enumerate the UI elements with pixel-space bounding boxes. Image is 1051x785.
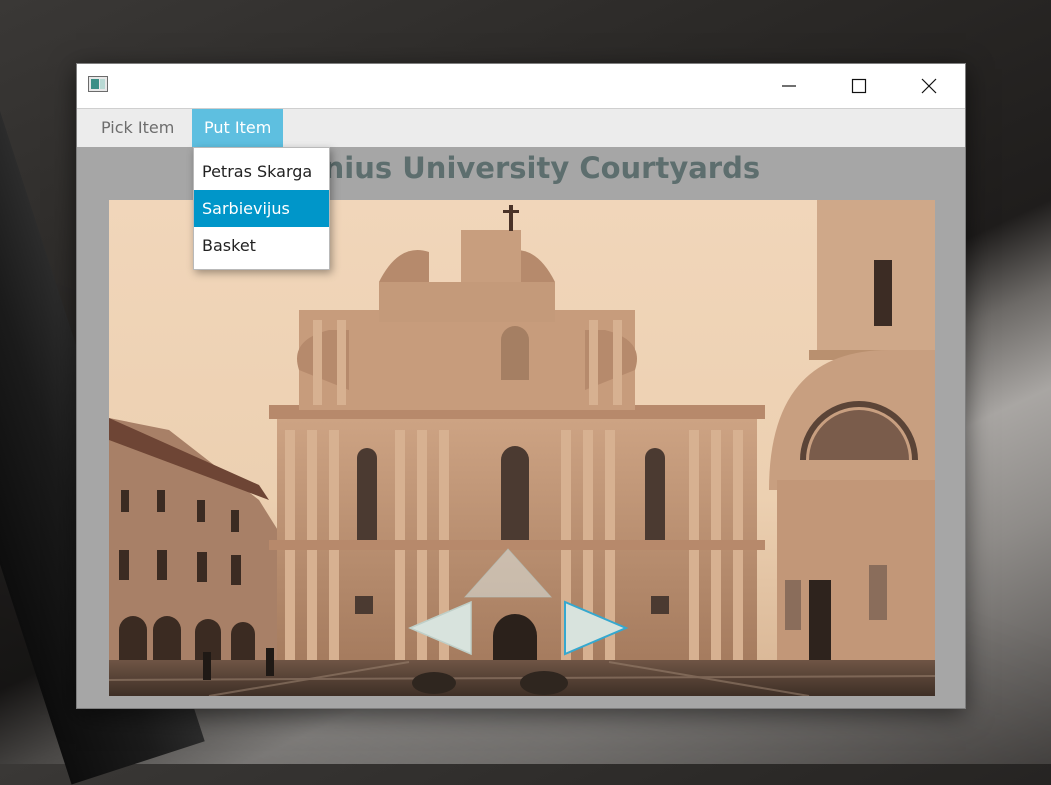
dropdown-item-basket[interactable]: Basket bbox=[194, 227, 329, 264]
put-item-dropdown: Petras Skarga Sarbievijus Basket bbox=[193, 147, 330, 270]
arrow-right-icon bbox=[564, 600, 629, 656]
close-icon bbox=[921, 78, 937, 94]
app-icon bbox=[88, 76, 108, 92]
arrow-right-button[interactable] bbox=[561, 599, 629, 657]
menu-pick-item[interactable]: Pick Item bbox=[89, 109, 186, 147]
dropdown-item-sarbievijus[interactable]: Sarbievijus bbox=[194, 190, 329, 227]
minimize-button[interactable] bbox=[754, 64, 824, 108]
title-bar bbox=[77, 64, 965, 108]
maximize-button[interactable] bbox=[824, 64, 894, 108]
arrow-up-icon bbox=[463, 548, 553, 598]
arrow-up-button[interactable] bbox=[463, 547, 553, 599]
menu-put-item[interactable]: Put Item bbox=[192, 109, 284, 147]
arrow-left-icon bbox=[408, 600, 472, 656]
close-button[interactable] bbox=[894, 64, 964, 108]
arrow-left-button[interactable] bbox=[407, 599, 475, 657]
menu-bar: Pick Item Put Item bbox=[77, 108, 965, 148]
church-facade-image bbox=[109, 200, 935, 696]
maximize-icon bbox=[851, 78, 867, 94]
minimize-icon bbox=[782, 85, 796, 87]
dropdown-item-petras-skarga[interactable]: Petras Skarga bbox=[194, 153, 329, 190]
courtyard-photo bbox=[109, 200, 935, 696]
